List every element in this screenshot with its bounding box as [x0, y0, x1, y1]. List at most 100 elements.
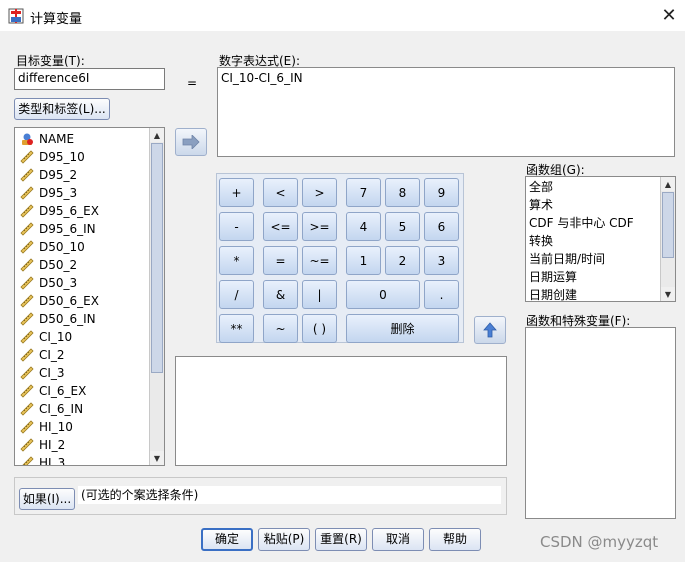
key-digit-7-button[interactable]: 7	[346, 178, 381, 207]
variable-item[interactable]: D50_2	[20, 256, 150, 274]
scrollbar-thumb[interactable]	[662, 192, 674, 258]
variable-name: D95_10	[39, 150, 85, 164]
variable-item[interactable]: D50_10	[20, 238, 150, 256]
variable-item[interactable]: D50_3	[20, 274, 150, 292]
app-icon	[8, 8, 24, 24]
variable-name: D50_6_IN	[39, 312, 96, 326]
variable-item[interactable]: HI_2	[20, 436, 150, 454]
variable-item[interactable]: D95_3	[20, 184, 150, 202]
key-digit-9-button[interactable]: 9	[424, 178, 459, 207]
variable-list-items: NAME D95_10 D95_2 D95_3 D95_6_EX D95_6_IN D50_…	[20, 130, 150, 465]
functions-list[interactable]	[525, 327, 676, 519]
scale-ruler-icon	[20, 348, 34, 362]
key-not-equal-button[interactable]: ~=	[302, 246, 337, 275]
reset-button[interactable]: 重置(R)	[315, 528, 367, 551]
variable-name: D95_3	[39, 186, 78, 200]
key-digit-2-button[interactable]: 2	[385, 246, 420, 275]
key-equals-button[interactable]: =	[263, 246, 298, 275]
variable-item[interactable]: D95_2	[20, 166, 150, 184]
variable-item[interactable]: HI_3	[20, 454, 150, 465]
variable-item[interactable]: D50_6_EX	[20, 292, 150, 310]
function-group-item[interactable]: 日期运算	[526, 268, 658, 286]
variable-item[interactable]: NAME	[20, 130, 150, 148]
variable-name: D50_6_EX	[39, 294, 99, 308]
key-multiply-button[interactable]: *	[219, 246, 254, 275]
move-to-expression-button[interactable]	[175, 128, 207, 156]
function-group-item[interactable]: 当前日期/时间	[526, 250, 658, 268]
variable-name: CI_10	[39, 330, 73, 344]
equals-sign: =	[187, 76, 198, 90]
key-greater-equal-button[interactable]: >=	[302, 212, 337, 241]
function-group-item[interactable]: 日期创建	[526, 286, 658, 301]
ok-button[interactable]: 确定	[201, 528, 253, 551]
key-parentheses-button[interactable]: ( )	[302, 314, 337, 343]
scale-ruler-icon	[20, 312, 34, 326]
target-variable-input[interactable]: difference6I	[14, 68, 165, 90]
variable-item[interactable]: CI_2	[20, 346, 150, 364]
variable-item[interactable]: D95_6_IN	[20, 220, 150, 238]
scale-ruler-icon	[20, 204, 34, 218]
variable-item[interactable]: CI_3	[20, 364, 150, 382]
scroll-down-icon[interactable]: ▼	[150, 451, 164, 465]
arrow-up-icon	[483, 322, 497, 338]
numeric-expression-value: CI_10-CI_6_IN	[221, 71, 303, 85]
variable-item[interactable]: CI_6_EX	[20, 382, 150, 400]
variable-name: HI_2	[39, 438, 66, 452]
scrollbar-thumb[interactable]	[151, 143, 163, 373]
scroll-up-icon[interactable]: ▲	[150, 128, 164, 142]
scroll-down-icon[interactable]: ▼	[661, 287, 675, 301]
key-or-button[interactable]: |	[302, 280, 337, 309]
key-less-equal-button[interactable]: <=	[263, 212, 298, 241]
paste-button[interactable]: 粘贴(P)	[258, 528, 310, 551]
key-digit-8-button[interactable]: 8	[385, 178, 420, 207]
key-divide-button[interactable]: /	[219, 280, 254, 309]
function-group-scrollbar[interactable]: ▲ ▼	[660, 177, 675, 301]
scale-ruler-icon	[20, 240, 34, 254]
variable-name: D50_2	[39, 258, 78, 272]
key-and-button[interactable]: &	[263, 280, 298, 309]
key-digit-0-button[interactable]: 0	[346, 280, 420, 309]
key-greater-than-button[interactable]: >	[302, 178, 337, 207]
key-digit-6-button[interactable]: 6	[424, 212, 459, 241]
close-icon[interactable]: ✕	[657, 4, 681, 28]
variable-item[interactable]: CI_10	[20, 328, 150, 346]
cancel-button[interactable]: 取消	[372, 528, 424, 551]
key-plus-button[interactable]: +	[219, 178, 254, 207]
function-group-item[interactable]: CDF 与非中心 CDF	[526, 214, 658, 232]
key-digit-3-button[interactable]: 3	[424, 246, 459, 275]
key-power-button[interactable]: **	[219, 314, 254, 343]
variable-list-scrollbar[interactable]: ▲ ▼	[149, 128, 164, 465]
scale-ruler-icon	[20, 384, 34, 398]
scale-ruler-icon	[20, 366, 34, 380]
variable-item[interactable]: CI_6_IN	[20, 400, 150, 418]
variable-name: HI_10	[39, 420, 73, 434]
key-less-than-button[interactable]: <	[263, 178, 298, 207]
variable-item[interactable]: D50_6_IN	[20, 310, 150, 328]
key-delete-button[interactable]: 删除	[346, 314, 459, 343]
key-decimal-button[interactable]: .	[424, 280, 459, 309]
scroll-up-icon[interactable]: ▲	[661, 177, 675, 191]
scale-ruler-icon	[20, 294, 34, 308]
function-group-item[interactable]: 转换	[526, 232, 658, 250]
variable-item[interactable]: HI_10	[20, 418, 150, 436]
function-group-item[interactable]: 算术	[526, 196, 658, 214]
variable-item[interactable]: D95_10	[20, 148, 150, 166]
window-title: 计算变量	[30, 12, 83, 27]
if-button[interactable]: 如果(I)...	[19, 488, 75, 510]
function-group-item[interactable]: 全部	[526, 178, 658, 196]
variable-name: D95_2	[39, 168, 78, 182]
move-function-up-button[interactable]	[474, 316, 506, 344]
help-button[interactable]: 帮助	[429, 528, 481, 551]
variable-name: NAME	[39, 132, 75, 146]
variable-item[interactable]: D95_6_EX	[20, 202, 150, 220]
title-bar: 计算变量 ✕	[0, 0, 685, 31]
variable-list[interactable]: NAME D95_10 D95_2 D95_3 D95_6_EX D95_6_IN D50_…	[14, 127, 165, 466]
key-digit-1-button[interactable]: 1	[346, 246, 381, 275]
type-and-label-button[interactable]: 类型和标签(L)...	[14, 98, 110, 120]
key-minus-button[interactable]: -	[219, 212, 254, 241]
key-not-button[interactable]: ~	[263, 314, 298, 343]
key-digit-4-button[interactable]: 4	[346, 212, 381, 241]
function-group-list[interactable]: 全部 算术 CDF 与非中心 CDF 转换 当前日期/时间 日期运算 日期创建 ▲ ▼	[525, 176, 676, 302]
key-digit-5-button[interactable]: 5	[385, 212, 420, 241]
numeric-expression-textarea[interactable]: CI_10-CI_6_IN	[217, 67, 675, 157]
